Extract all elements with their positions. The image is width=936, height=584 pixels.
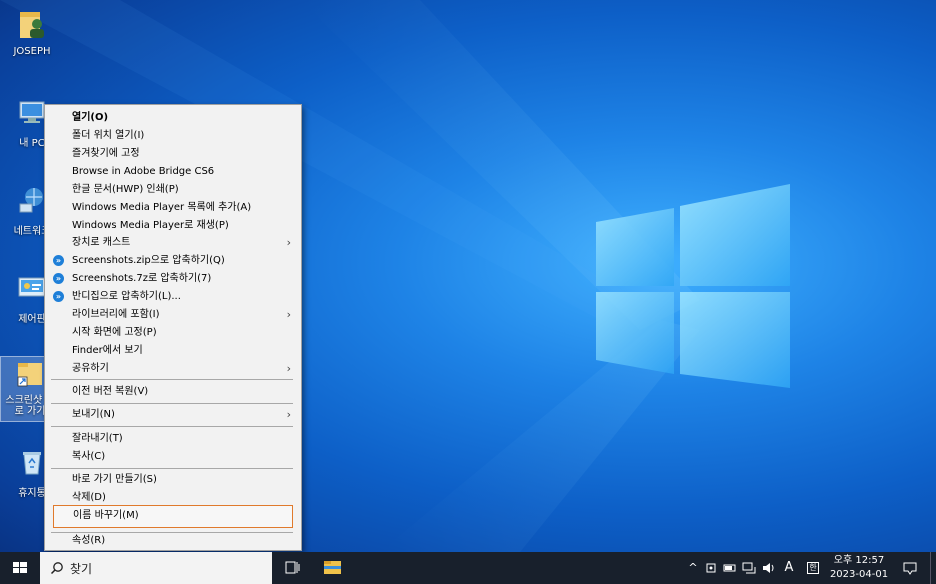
volume-icon[interactable] bbox=[760, 552, 778, 584]
menu-item-browse-in-bridge[interactable]: Browse in Adobe Bridge CS6 bbox=[49, 163, 297, 180]
menu-item-pin-to-start[interactable]: 시작 화면에 고정(P) bbox=[49, 324, 297, 341]
battery-icon[interactable] bbox=[722, 552, 738, 584]
menu-item-compress-7z[interactable]: » Screenshots.7z로 압축하기(7) bbox=[49, 270, 297, 287]
desktop-icon-label: JOSEPH bbox=[13, 46, 51, 57]
taskbar-search-box[interactable]: 찾기 bbox=[40, 552, 272, 584]
menu-separator bbox=[51, 468, 293, 469]
menu-item-delete[interactable]: 삭제(D) bbox=[49, 489, 297, 506]
chevron-right-icon: › bbox=[286, 408, 291, 421]
clock-time: 오후 12:57 bbox=[833, 555, 885, 566]
menu-separator bbox=[51, 403, 293, 404]
notification-center-button[interactable] bbox=[898, 552, 922, 584]
system-clock[interactable]: 오후 12:57 2023-04-01 bbox=[826, 554, 892, 582]
menu-item-copy[interactable]: 복사(C) bbox=[49, 448, 297, 465]
menu-item-open[interactable]: 열기(O) bbox=[49, 109, 297, 126]
bandizip-icon: » bbox=[53, 255, 64, 266]
chevron-right-icon: › bbox=[286, 236, 291, 249]
show-hidden-icons-button[interactable]: ^ bbox=[684, 552, 702, 584]
notification-icon bbox=[903, 562, 917, 575]
ime-mode-indicator[interactable]: 한 bbox=[804, 552, 822, 584]
user-folder-icon bbox=[20, 12, 44, 38]
menu-item-rename[interactable]: 이름 바꾸기(M) bbox=[53, 505, 293, 528]
menu-item-compress-bandizip[interactable]: » 반디집으로 압축하기(L)... bbox=[49, 288, 297, 305]
start-button[interactable] bbox=[0, 552, 40, 584]
search-icon bbox=[50, 562, 63, 575]
file-explorer-icon bbox=[324, 561, 341, 574]
menu-item-cut[interactable]: 잘라내기(T) bbox=[49, 430, 297, 447]
menu-item-compress-zip[interactable]: » Screenshots.zip으로 압축하기(Q) bbox=[49, 252, 297, 269]
menu-item-restore-previous-versions[interactable]: 이전 버전 복원(V) bbox=[49, 383, 297, 400]
task-view-button[interactable] bbox=[272, 552, 312, 584]
bandizip-icon: » bbox=[53, 273, 64, 284]
taskbar: 찾기 ^ A 한 오후 12:57 2023-04-01 bbox=[0, 552, 936, 584]
input-indicator[interactable]: A bbox=[780, 552, 798, 584]
menu-separator bbox=[51, 426, 293, 427]
menu-item-show-in-finder[interactable]: Finder에서 보기 bbox=[49, 342, 297, 359]
menu-item-share[interactable]: 공유하기 › bbox=[49, 360, 297, 377]
menu-item-pin-to-quick-access[interactable]: 즐겨찾기에 고정 bbox=[49, 145, 297, 162]
bandizip-icon: » bbox=[53, 291, 64, 302]
menu-item-properties[interactable]: 속성(R) bbox=[49, 532, 297, 549]
windows-start-icon bbox=[13, 562, 27, 573]
desktop-icon-joseph[interactable]: JOSEPH bbox=[2, 8, 62, 57]
show-desktop-button[interactable] bbox=[930, 552, 936, 584]
clock-date: 2023-04-01 bbox=[829, 569, 889, 580]
network-tray-icon[interactable] bbox=[740, 552, 758, 584]
folder-shortcut-icon bbox=[17, 363, 42, 387]
meet-now-icon[interactable] bbox=[704, 552, 720, 584]
context-menu: 열기(O) 폴더 위치 열기(I) 즐겨찾기에 고정 Browse in Ado… bbox=[44, 104, 302, 551]
chevron-right-icon: › bbox=[286, 362, 291, 375]
file-explorer-button[interactable] bbox=[312, 552, 352, 584]
menu-item-hwp-print[interactable]: 한글 문서(HWP) 인쇄(P) bbox=[49, 181, 297, 198]
windows-wallpaper-logo bbox=[596, 184, 790, 388]
search-placeholder: 찾기 bbox=[70, 562, 93, 576]
menu-separator bbox=[51, 379, 293, 380]
menu-item-wmp-play[interactable]: Windows Media Player로 재생(P) bbox=[49, 217, 297, 234]
menu-item-send-to[interactable]: 보내기(N) › bbox=[49, 406, 297, 423]
menu-item-create-shortcut[interactable]: 바로 가기 만들기(S) bbox=[49, 471, 297, 488]
menu-item-wmp-add-list[interactable]: Windows Media Player 목록에 추가(A) bbox=[49, 199, 297, 216]
menu-item-cast-to-device[interactable]: 장치로 캐스트 › bbox=[49, 234, 297, 251]
menu-item-open-folder-location[interactable]: 폴더 위치 열기(I) bbox=[49, 127, 297, 144]
ime-label: 한 bbox=[807, 562, 819, 574]
menu-item-include-in-library[interactable]: 라이브러리에 포함(I) › bbox=[49, 306, 297, 323]
task-view-icon bbox=[285, 561, 300, 574]
chevron-right-icon: › bbox=[286, 308, 291, 321]
chevron-up-icon: ^ bbox=[688, 561, 698, 574]
